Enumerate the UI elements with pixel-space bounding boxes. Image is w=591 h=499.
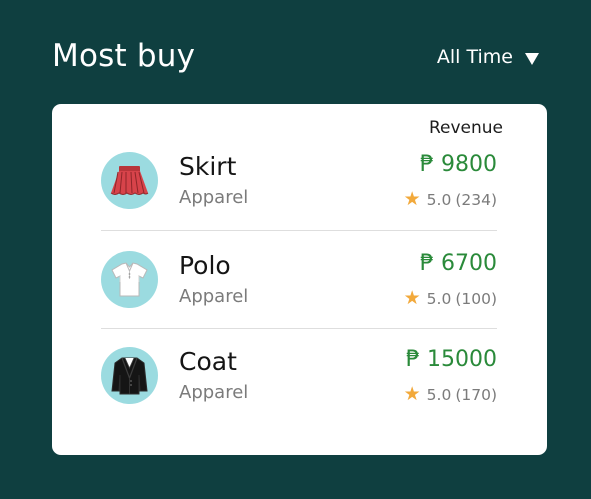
item-category: Apparel [179,286,249,307]
divider [101,328,497,329]
list-item[interactable]: Polo Apparel ₱ 6700 ★ 5.0 (100) [101,237,497,335]
rating-score: 5.0 [426,190,452,209]
review-count: (100) [455,289,497,308]
item-rating: ★ 5.0 (234) [404,190,497,209]
page-title: Most buy [52,38,196,74]
rating-score: 5.0 [426,289,452,308]
divider [101,230,497,231]
star-icon: ★ [403,287,421,309]
item-rating: ★ 5.0 (100) [404,289,497,308]
polo-shirt-icon [101,251,158,308]
item-name: Coat [179,347,237,376]
item-category: Apparel [179,187,249,208]
list-item[interactable]: Skirt Apparel ₱ 9800 ★ 5.0 (234) [101,138,497,236]
review-count: (234) [455,190,497,209]
item-revenue: ₱ 6700 [420,251,497,276]
list-item[interactable]: Coat Apparel ₱ 15000 ★ 5.0 (170) [101,333,497,431]
skirt-icon [101,152,158,209]
star-icon: ★ [403,383,421,405]
item-category: Apparel [179,382,249,403]
time-filter-label: All Time [436,46,513,68]
most-buy-card: Revenue Skirt Apparel ₱ 9800 ★ 5.0 (234)… [52,104,547,455]
item-revenue: ₱ 15000 [406,347,497,372]
item-name: Skirt [179,152,237,181]
item-name: Polo [179,251,231,280]
revenue-column-header: Revenue [428,118,503,138]
time-filter-dropdown[interactable]: All Time [437,46,539,68]
review-count: (170) [455,385,497,404]
item-revenue: ₱ 9800 [420,152,497,177]
coat-icon [101,347,158,404]
most-buy-widget: Most buy All Time Revenue Skirt Apparel … [0,0,591,499]
item-rating: ★ 5.0 (170) [404,385,497,404]
dropdown-arrow-icon [525,53,539,65]
rating-score: 5.0 [426,385,452,404]
star-icon: ★ [403,188,421,210]
